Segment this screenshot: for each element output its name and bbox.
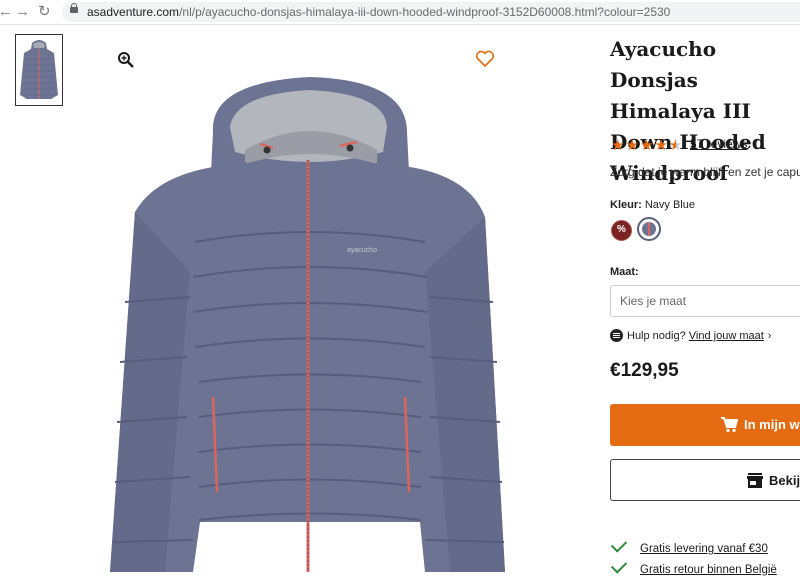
forward-arrow-icon[interactable]: → (15, 3, 30, 21)
product-price: €129,95 (610, 360, 679, 381)
url-path: /nl/p/ayacucho-donsjas-himalaya-iii-down… (179, 5, 671, 19)
size-placeholder: Kies je maat (620, 294, 687, 308)
star-icon: ★ (611, 137, 626, 154)
view-in-store-button[interactable]: Bekijk (610, 459, 800, 501)
check-icon (610, 557, 628, 574)
usp-item: Gratis retour binnen België (610, 557, 777, 576)
url-text: asadventure.com/nl/p/ayacucho-donsjas-hi… (87, 5, 670, 19)
view-in-store-label: Bekijk (769, 473, 800, 488)
add-to-cart-button[interactable]: In mijn win (610, 404, 800, 446)
usp-link[interactable]: Gratis retour binnen België (640, 564, 777, 576)
product-main-image: ayacucho (95, 72, 520, 572)
rating-stars[interactable]: ★★★★★ (611, 136, 683, 154)
back-arrow-icon[interactable]: ← (0, 3, 13, 21)
usp-item: Gratis levering vanaf €30 (610, 536, 768, 555)
half-star-icon: ★ (668, 137, 684, 154)
url-domain: asadventure.com (87, 5, 180, 19)
reviews-link[interactable]: 57 reviews (690, 137, 747, 151)
color-swatch-navy-blue[interactable] (637, 217, 661, 241)
help-text: Hulp nodig? (627, 330, 686, 342)
add-to-cart-label: In mijn win (744, 417, 800, 432)
color-swatch-sale[interactable]: % (611, 220, 632, 241)
wishlist-heart-icon[interactable] (475, 50, 495, 73)
size-select[interactable]: Kies je maat (610, 285, 800, 317)
star-icon: ★ (654, 137, 669, 154)
size-help: Hulp nodig? Vind jouw maat › (610, 329, 771, 342)
reload-icon[interactable]: ↻ (38, 3, 51, 21)
size-guide-icon (610, 329, 623, 342)
size-label: Maat: (610, 266, 639, 278)
star-icon: ★ (639, 137, 655, 154)
svg-text:ayacucho: ayacucho (347, 247, 377, 254)
color-value: Navy Blue (644, 199, 695, 211)
find-size-link[interactable]: Vind jouw maat (689, 330, 764, 342)
browser-toolbar: ← → ↻ asadventure.com/nl/p/ayacucho-dons… (0, 0, 800, 25)
product-thumbnail[interactable] (15, 34, 63, 106)
check-icon (610, 536, 628, 553)
address-bar[interactable]: asadventure.com/nl/p/ayacucho-donsjas-hi… (62, 2, 800, 22)
product-description: Zorg dat je warm blijft en zet je capuch… (610, 165, 800, 179)
sale-percent-icon: % (617, 224, 626, 235)
chevron-right-icon: › (767, 330, 772, 342)
store-icon (747, 473, 763, 488)
color-label-title: Kleur: (610, 199, 642, 211)
cart-icon (721, 417, 738, 433)
lock-icon (70, 3, 78, 13)
zoom-icon[interactable] (117, 51, 135, 74)
usp-link[interactable]: Gratis levering vanaf €30 (640, 543, 768, 555)
star-icon: ★ (625, 137, 640, 154)
color-label: Kleur: Navy Blue (610, 199, 695, 211)
